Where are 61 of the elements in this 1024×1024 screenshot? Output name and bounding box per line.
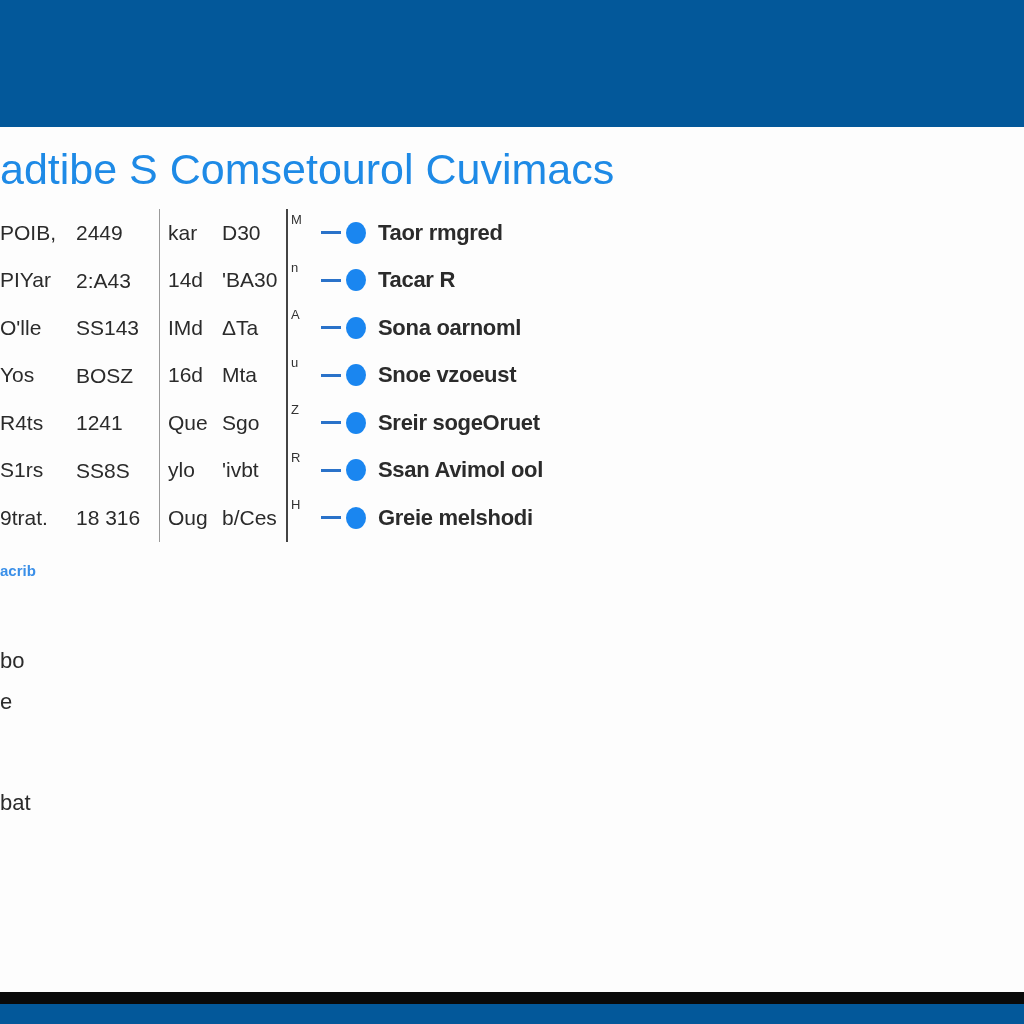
table-cell-text: PIYar <box>0 267 52 294</box>
status-dot-icon <box>346 459 366 482</box>
table-cell-text: POIB, <box>0 219 58 246</box>
item-label: Snoe vzoeust <box>378 362 518 389</box>
status-dot-icon <box>346 364 366 387</box>
status-dot-icon <box>346 269 366 292</box>
table-cell-text: O'lle <box>0 314 43 341</box>
row-marker: u <box>291 355 299 370</box>
table-cell-text: 16d <box>168 362 205 389</box>
table-cell: SS143 <box>76 304 160 352</box>
table-cell-text: b/Ces <box>222 504 278 531</box>
table-cell: 1241 <box>76 399 160 447</box>
row-marker: H <box>291 498 301 512</box>
dash-icon <box>321 231 341 235</box>
dash-icon <box>321 421 341 425</box>
item-label: Greie melshodi <box>378 504 534 531</box>
link[interactable]: acrib <box>0 561 36 580</box>
table-cell-text: Mta <box>222 362 258 389</box>
table-cell-text: IMd <box>168 314 204 341</box>
status-dot-icon <box>346 411 366 434</box>
table-cell-text: Sgo <box>222 409 261 436</box>
dash-icon <box>321 468 341 472</box>
dash-icon <box>321 373 341 377</box>
table-cell-text: D30 <box>222 219 262 246</box>
item-label: Taor rmgred <box>378 219 504 246</box>
row-marker: n <box>291 260 299 275</box>
table-cell-text: Que <box>168 409 209 436</box>
item-label: Sona oarnoml <box>378 314 523 341</box>
table-cell-text: 'ivbt <box>222 457 260 484</box>
table-cell-text: Oug <box>168 504 209 531</box>
status-dot-icon <box>346 221 366 244</box>
row-marker: A <box>291 308 300 322</box>
dash-icon <box>321 516 341 520</box>
table-cell-text: ΔTa <box>222 314 260 341</box>
list-item: e <box>0 688 14 715</box>
table-cell: SS8S <box>76 446 160 494</box>
row-marker: Z <box>291 403 299 417</box>
item-label: Ssan Avimol ool <box>378 457 543 484</box>
row-marker: M <box>291 213 302 227</box>
table-cell-text: S1rs <box>0 457 45 484</box>
dash-icon <box>321 278 341 282</box>
item-label: Tacar R <box>378 267 456 294</box>
list-item: bo <box>0 647 26 674</box>
table-cell-text: 'BA30 <box>222 267 279 294</box>
table-cell-text: ylo <box>168 457 196 484</box>
table-cell-text: 9trat. <box>0 504 49 531</box>
table-cell-text: R4ts <box>0 409 45 436</box>
item-label: Sreir sogeOruet <box>378 409 541 436</box>
dash-icon <box>321 326 341 330</box>
table-cell-text: Yos <box>0 362 36 389</box>
table-cell: 2449 <box>76 209 160 257</box>
status-dot-icon <box>346 506 366 529</box>
page-title: adtibe S Comsetourol Cuvimacs <box>0 145 615 193</box>
list-item: bat <box>0 789 31 816</box>
table-cell: BOSZ <box>76 351 160 399</box>
table-cell: 2:A43 <box>76 256 160 304</box>
status-dot-icon <box>346 316 366 339</box>
table-cell-text: kar <box>168 219 199 246</box>
table-cell-text: 14d <box>168 267 205 294</box>
table-cell: 18 316 <box>76 494 160 542</box>
row-marker: R <box>291 450 301 465</box>
